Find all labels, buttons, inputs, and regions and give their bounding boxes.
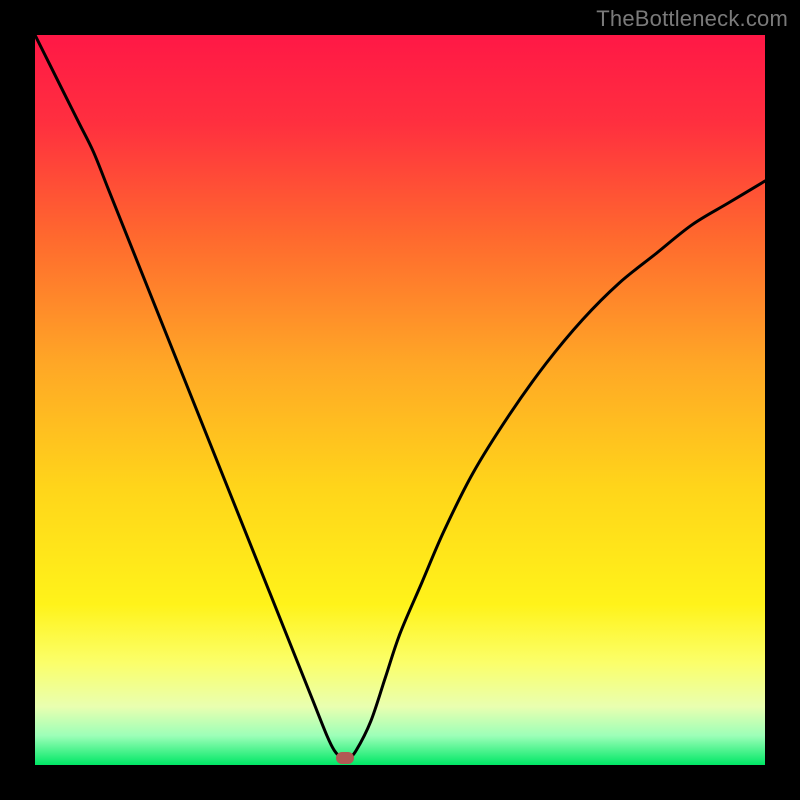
bottleneck-curve	[35, 35, 765, 759]
curve-layer	[35, 35, 765, 765]
watermark-label: TheBottleneck.com	[596, 6, 788, 32]
plot-area	[35, 35, 765, 765]
optimal-point-marker	[336, 752, 354, 764]
chart-frame: TheBottleneck.com	[0, 0, 800, 800]
